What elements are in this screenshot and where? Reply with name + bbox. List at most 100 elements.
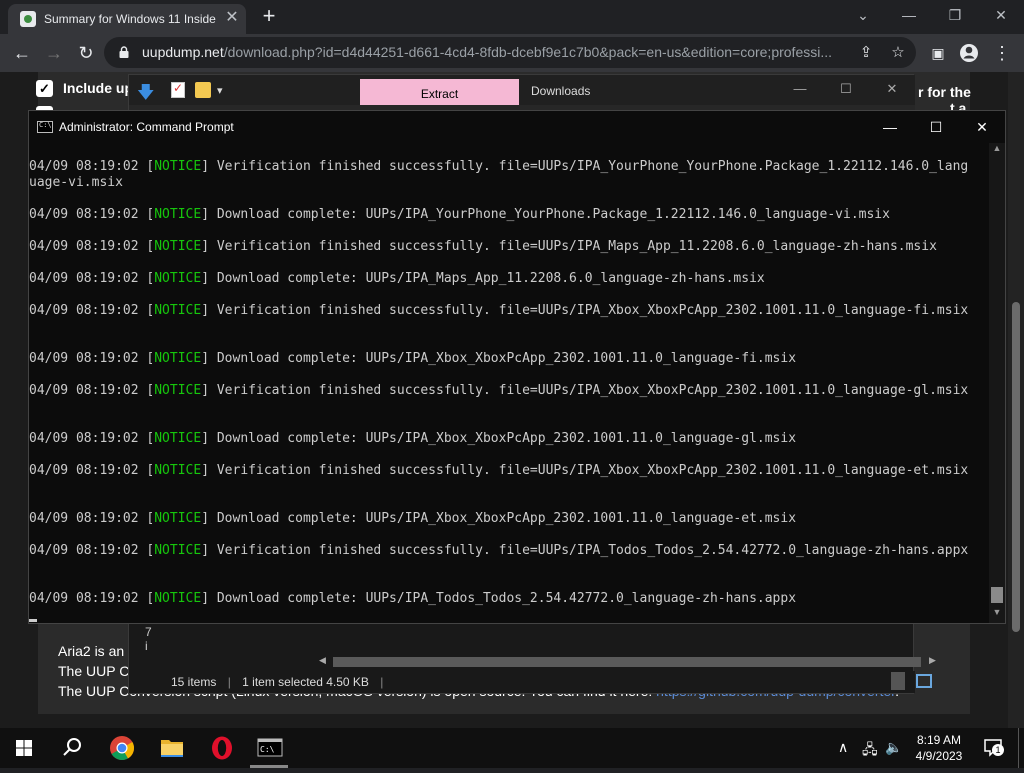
taskbar-file-explorer[interactable] xyxy=(148,728,196,768)
log-message: Download complete: UUPs/IPA_YourPhone_Yo… xyxy=(216,207,890,222)
details-view-icon[interactable] xyxy=(891,672,905,690)
clock-date: 4/9/2023 xyxy=(915,749,963,763)
reload-icon[interactable]: ↻ xyxy=(72,39,100,67)
cmd-console-output[interactable]: 04/09 08:19:02 [NOTICE] Verification fin… xyxy=(29,143,989,623)
log-message: Verification finished successfully. file… xyxy=(216,239,937,254)
start-button[interactable] xyxy=(0,728,48,768)
clock-time: 8:19 AM xyxy=(916,733,962,747)
log-message: Download complete: UUPs/IPA_Maps_App_11.… xyxy=(216,271,765,286)
explorer-horizontal-scrollbar[interactable]: ◀ ▶ xyxy=(319,655,941,669)
properties-icon[interactable] xyxy=(171,81,185,98)
restore-button[interactable]: ❐ xyxy=(932,0,978,32)
cmd-maximize-button[interactable]: ☐ xyxy=(913,114,959,140)
cmd-close-button[interactable]: ✕ xyxy=(959,114,1005,140)
tab-search-button[interactable]: ⌄ xyxy=(840,0,886,32)
page-scrollbar[interactable] xyxy=(1008,72,1024,732)
scroll-up-icon[interactable]: ▲ xyxy=(989,143,1005,157)
taskbar-chrome[interactable] xyxy=(98,728,146,768)
log-timestamp: 04/09 08:19:02 xyxy=(29,383,139,398)
lock-icon[interactable] xyxy=(118,46,130,58)
forward-icon[interactable]: → xyxy=(40,39,68,67)
scroll-right-icon[interactable]: ▶ xyxy=(929,655,936,666)
windows-logo-icon xyxy=(16,740,32,756)
console-log-line: 04/09 08:19:02 [NOTICE] Download complet… xyxy=(29,271,765,286)
explorer-status-bar: 15 items | 1 item selected 4.50 KB | xyxy=(157,671,915,693)
opera-icon xyxy=(212,736,232,760)
notification-center-icon[interactable]: 1 xyxy=(982,736,1006,760)
tab-close-icon[interactable]: ✕ xyxy=(222,8,242,28)
console-log-line: 04/09 08:19:02 [NOTICE] Verification fin… xyxy=(29,303,969,318)
log-level: NOTICE xyxy=(154,207,202,222)
log-level: NOTICE xyxy=(154,511,202,526)
console-log-line-wrap xyxy=(29,559,989,575)
command-prompt-window: Administrator: Command Prompt — ☐ ✕ 04/0… xyxy=(28,110,1006,624)
log-level: NOTICE xyxy=(154,351,202,366)
log-level: NOTICE xyxy=(154,303,202,318)
console-log-line: 04/09 08:19:02 [NOTICE] Download complet… xyxy=(29,511,797,526)
taskbar-opera[interactable] xyxy=(198,728,246,768)
explorer-close-button[interactable]: ✕ xyxy=(877,81,907,99)
close-button[interactable]: ✕ xyxy=(978,0,1024,32)
console-log-line-wrap xyxy=(29,319,989,335)
show-desktop-button[interactable] xyxy=(1018,728,1024,768)
log-message: Verification finished successfully. file… xyxy=(216,543,969,558)
address-bar[interactable]: uupdump.net/download.php?id=d4d44251-d66… xyxy=(104,37,916,68)
url-text[interactable]: uupdump.net/download.php?id=d4d44251-d66… xyxy=(142,44,852,62)
log-level: NOTICE xyxy=(154,543,202,558)
browser-toolbar: ← → ↻ uupdump.net/download.php?id=d4d442… xyxy=(0,34,1024,72)
log-level: NOTICE xyxy=(154,239,202,254)
uupdump-favicon-icon xyxy=(20,11,36,27)
side-panel-icon[interactable]: ▣ xyxy=(924,39,952,67)
explorer-hscroll-thumb[interactable] xyxy=(333,657,921,667)
console-log-line: 04/09 08:19:02 [NOTICE] Download complet… xyxy=(29,207,890,222)
scroll-down-icon[interactable]: ▼ xyxy=(989,607,1005,621)
profile-avatar-icon[interactable] xyxy=(955,39,983,67)
cmd-vertical-scrollbar[interactable]: ▲ ▼ xyxy=(989,143,1005,623)
show-hidden-icons-icon[interactable]: ∧ xyxy=(838,739,848,756)
notification-badge: 1 xyxy=(992,744,1004,756)
system-clock[interactable]: 8:19 AM 4/9/2023 xyxy=(904,732,974,764)
download-arrow-icon[interactable]: 🡇 xyxy=(137,80,157,102)
volume-icon[interactable]: 🔈 xyxy=(885,739,902,756)
new-folder-icon[interactable] xyxy=(195,82,211,98)
log-timestamp: 04/09 08:19:02 xyxy=(29,351,139,366)
cmd-minimize-button[interactable]: — xyxy=(867,114,913,140)
share-icon[interactable]: ⇪ xyxy=(856,43,876,63)
cmd-taskbar-icon: C:\ xyxy=(257,738,283,757)
large-icons-view-icon[interactable] xyxy=(916,674,932,688)
search-button[interactable] xyxy=(48,728,96,768)
page-scrollbar-thumb[interactable] xyxy=(1012,302,1020,632)
log-message: Download complete: UUPs/IPA_Xbox_XboxPcA… xyxy=(216,511,797,526)
new-tab-button[interactable]: + xyxy=(257,5,281,29)
minimize-button[interactable]: — xyxy=(886,0,932,32)
cmd-scrollbar-thumb[interactable] xyxy=(991,587,1003,603)
explorer-minimize-button[interactable]: — xyxy=(785,81,815,99)
bookmark-star-icon[interactable]: ☆ xyxy=(888,43,908,63)
back-icon[interactable]: ← xyxy=(8,39,36,67)
status-selection: 1 item selected 4.50 KB xyxy=(242,675,369,689)
quick-access-dropdown-icon[interactable]: ▾ xyxy=(217,84,223,97)
console-log-line: 04/09 08:19:02 [NOTICE] Verification fin… xyxy=(29,383,969,398)
log-timestamp: 04/09 08:19:02 xyxy=(29,271,139,286)
include-updates-checkbox[interactable]: ✓ xyxy=(36,80,53,97)
log-message: Verification finished successfully. file… xyxy=(216,463,969,478)
cmd-titlebar: Administrator: Command Prompt — ☐ ✕ xyxy=(29,111,1005,143)
network-icon[interactable]: 🖧 xyxy=(862,739,878,763)
log-message: Verification finished successfully. file… xyxy=(216,159,969,174)
cmd-cursor xyxy=(29,619,37,622)
extract-ribbon-tab[interactable]: Extract xyxy=(360,79,519,105)
windows-taskbar: C:\ ∧ 🖧 🔈 8:19 AM 4/9/2023 1 xyxy=(0,728,1024,768)
menu-kebab-icon[interactable]: ⋮ xyxy=(988,39,1016,67)
log-level: NOTICE xyxy=(154,159,202,174)
log-timestamp: 04/09 08:19:02 xyxy=(29,543,139,558)
explorer-maximize-button[interactable]: ☐ xyxy=(831,81,861,99)
log-level: NOTICE xyxy=(154,431,202,446)
scroll-left-icon[interactable]: ◀ xyxy=(319,655,326,666)
browser-tab[interactable]: Summary for Windows 11 Insider ✕ xyxy=(8,4,246,34)
log-timestamp: 04/09 08:19:02 xyxy=(29,207,139,222)
taskbar-command-prompt[interactable]: C:\ xyxy=(246,728,294,768)
log-timestamp: 04/09 08:19:02 xyxy=(29,239,139,254)
cmd-app-icon[interactable] xyxy=(37,121,53,133)
explorer-nav-fragment: 7 i xyxy=(145,625,152,653)
svg-text:C:\: C:\ xyxy=(260,745,275,754)
